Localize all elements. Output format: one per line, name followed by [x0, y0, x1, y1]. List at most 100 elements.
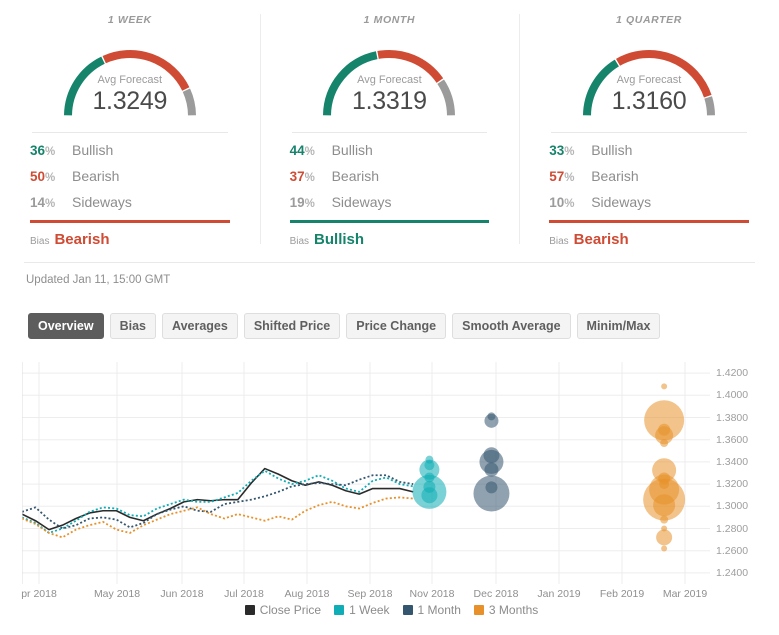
- bearish-percent: 50%: [30, 169, 56, 184]
- y-axis-tick-label: 1.3000: [716, 500, 749, 513]
- chart-bubbles: [412, 383, 686, 552]
- tab-bias[interactable]: Bias: [109, 313, 156, 339]
- updated-timestamp: Updated Jan 11, 15:00 GMT: [26, 274, 171, 286]
- bearish-percent: 37%: [289, 169, 315, 184]
- tab-price-change[interactable]: Price Change: [346, 313, 447, 339]
- bias-bar: [289, 220, 490, 223]
- chart-x-axis-labels: pr 2018 May 2018 Jun 2018 Jul 2018 Aug 2018 S…: [0, 588, 779, 608]
- gauge-segment-bearish: [377, 50, 444, 83]
- chart-gridlines: [22, 362, 710, 584]
- x-axis-tick-label: pr 2018: [21, 588, 57, 600]
- bias-bar: [30, 220, 230, 223]
- sideways-label: Sideways: [591, 194, 652, 210]
- chart-bubble-3-months[interactable]: [656, 529, 673, 546]
- gauge-1-quarter: Avg Forecast 1.3160: [545, 30, 753, 122]
- card-title: 1 WEEK: [107, 14, 152, 26]
- card-title: 1 MONTH: [363, 14, 416, 26]
- x-axis-tick-label: Nov 2018: [409, 588, 455, 600]
- tab-minim-max[interactable]: Minim/Max: [576, 313, 661, 339]
- chart-svg: [22, 362, 710, 584]
- tab-label: Shifted Price: [253, 319, 331, 333]
- chart-bubble-3-months[interactable]: [661, 545, 668, 552]
- tab-averages[interactable]: Averages: [162, 313, 238, 339]
- gauge-segment-sideways: [704, 96, 715, 116]
- chart-line-1-month: [22, 474, 414, 530]
- card-divider: [291, 132, 488, 133]
- y-axis-tick-label: 1.3400: [716, 455, 749, 468]
- chart-bubble-1-week[interactable]: [421, 487, 438, 504]
- chart-bubble-3-months[interactable]: [653, 494, 676, 517]
- chart-bubble-1-month[interactable]: [484, 462, 499, 477]
- forecast-card-1-month: 1 MONTH Avg Forecast 1.3319 44% Bullish …: [259, 0, 520, 248]
- gauge-segment-bullish: [323, 51, 379, 116]
- bearish-percent: 57%: [549, 169, 575, 184]
- bullish-label: Bullish: [72, 142, 114, 158]
- chart-bubble-3-months[interactable]: [660, 439, 669, 448]
- tab-label: Minim/Max: [586, 319, 651, 333]
- stat-row-sideways: 10% Sideways: [549, 194, 749, 210]
- bias-key: Bias: [289, 236, 310, 247]
- tab-smooth-average[interactable]: Smooth Average: [452, 313, 571, 339]
- bearish-label: Bearish: [331, 168, 380, 184]
- stat-row-sideways: 14% Sideways: [30, 194, 230, 210]
- sideways-percent: 10%: [549, 195, 575, 210]
- y-axis-tick-label: 1.3600: [716, 433, 749, 446]
- forecast-chart: 1.2400 1.2600 1.2800 1.3000 1.3200 1.3400 1.36…: [0, 354, 779, 600]
- bullish-label: Bullish: [331, 142, 373, 158]
- stat-row-bullish: 33% Bullish: [549, 142, 749, 158]
- stat-row-bearish: 37% Bearish: [290, 168, 490, 184]
- bias-row: Bias Bearish: [30, 231, 230, 248]
- tab-label: Bias: [119, 319, 146, 333]
- bullish-label: Bullish: [591, 142, 633, 158]
- chart-bubble-1-month[interactable]: [473, 475, 510, 512]
- forecast-card-1-quarter: 1 QUARTER Avg Forecast 1.3160 33% Bullis…: [519, 0, 779, 248]
- sentiment-stats: 44% Bullish 37% Bearish 19% Sideways: [290, 142, 490, 210]
- x-axis-tick-label: Jan 2019: [537, 588, 581, 600]
- bullish-percent: 36%: [30, 143, 56, 158]
- bias-bar: [549, 220, 749, 223]
- card-divider: [32, 132, 228, 133]
- y-axis-tick-label: 1.2400: [716, 566, 749, 579]
- bearish-label: Bearish: [591, 168, 639, 184]
- stat-row-bullish: 44% Bullish: [290, 142, 490, 158]
- forecast-cards-row: 1 WEEK Avg Forecast 1.3249 36% Bullish 5…: [0, 0, 779, 248]
- bullish-percent: 33%: [549, 143, 575, 158]
- gauge-1-week: Avg Forecast 1.3249: [26, 30, 234, 122]
- gauge-segment-sideways: [437, 79, 456, 116]
- tab-shifted-price[interactable]: Shifted Price: [243, 313, 341, 339]
- chart-y-axis-labels: 1.2400 1.2600 1.2800 1.3000 1.3200 1.3400 1.36…: [716, 362, 776, 584]
- chart-tabs: Overview Bias Averages Shifted Price Price C…: [28, 313, 779, 339]
- y-axis-tick-label: 1.4000: [716, 389, 749, 402]
- gauge-segment-bullish: [582, 59, 620, 116]
- y-axis-tick-label: 1.4200: [716, 367, 749, 380]
- bias-key: Bias: [549, 236, 569, 247]
- sideways-label: Sideways: [331, 194, 392, 210]
- x-axis-tick-label: Feb 2019: [599, 588, 645, 600]
- bias-value: Bullish: [314, 231, 365, 248]
- bias-value: Bearish: [573, 231, 629, 248]
- bias-row: Bias Bullish: [290, 231, 490, 248]
- gauge-1-month: Avg Forecast 1.3319: [286, 30, 494, 122]
- x-axis-tick-label: Jul 2018: [224, 588, 264, 600]
- chart-bubble-3-months[interactable]: [661, 383, 668, 390]
- tab-label: Smooth Average: [462, 319, 561, 333]
- section-separator: [24, 262, 755, 263]
- stat-row-sideways: 19% Sideways: [290, 194, 490, 210]
- tab-label: Overview: [38, 319, 94, 333]
- tab-overview[interactable]: Overview: [28, 313, 104, 339]
- chart-bubble-3-months[interactable]: [660, 515, 669, 524]
- forecast-card-1-week: 1 WEEK Avg Forecast 1.3249 36% Bullish 5…: [0, 0, 260, 248]
- chart-bubble-1-month[interactable]: [484, 413, 499, 428]
- x-axis-tick-label: Aug 2018: [284, 588, 330, 600]
- gauge-arc-svg: [582, 50, 715, 116]
- y-axis-tick-label: 1.2600: [716, 544, 749, 557]
- x-axis-tick-label: Jun 2018: [160, 588, 204, 600]
- card-title: 1 QUARTER: [616, 14, 682, 26]
- y-axis-tick-label: 1.3200: [716, 478, 749, 491]
- tab-label: Price Change: [356, 319, 437, 333]
- y-axis-tick-label: 1.2800: [716, 522, 749, 535]
- card-divider: [551, 132, 747, 133]
- gauge-segment-bearish: [616, 50, 712, 98]
- bias-key: Bias: [30, 236, 50, 247]
- x-axis-tick-label: Mar 2019: [662, 588, 708, 600]
